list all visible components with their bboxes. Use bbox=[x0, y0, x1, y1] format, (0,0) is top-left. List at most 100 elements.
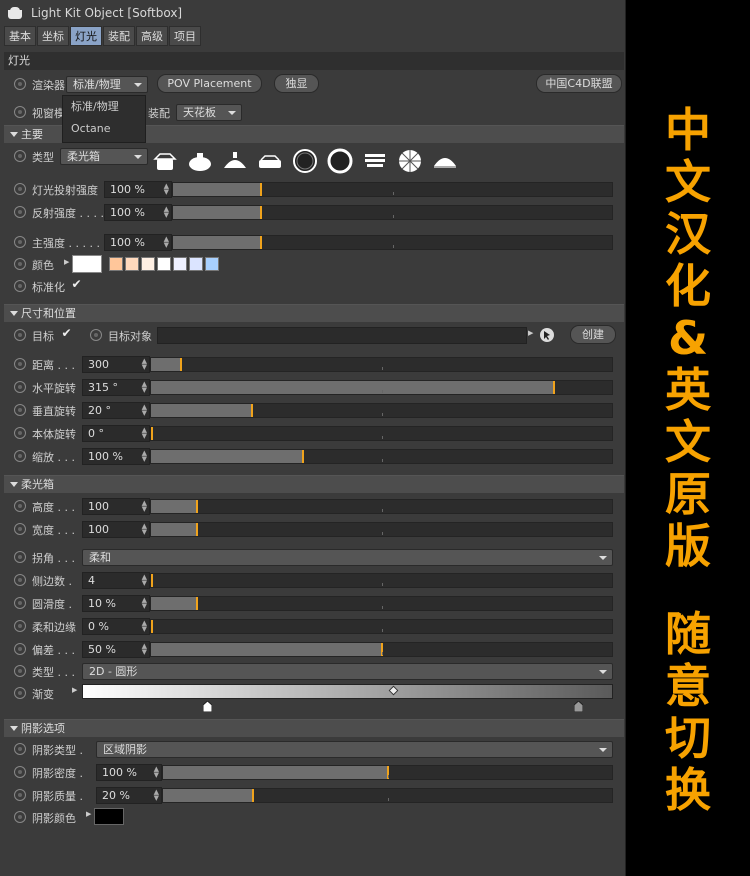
shadow-type-dropdown[interactable]: 区域阴影 bbox=[96, 741, 613, 758]
h-rotation-field[interactable]: 315 ° ▲ ▼ bbox=[82, 379, 150, 396]
v-rotation-slider[interactable] bbox=[150, 403, 613, 418]
normalize-checkbox[interactable]: ✔ bbox=[70, 278, 83, 291]
normalize-anim-toggle[interactable] bbox=[14, 280, 26, 292]
softbox-icon[interactable] bbox=[152, 148, 178, 174]
menu-item-octane[interactable]: Octane bbox=[63, 118, 145, 140]
target-object-link[interactable] bbox=[157, 327, 527, 344]
soft-edge-field[interactable]: 0 % ▲ ▼ bbox=[82, 618, 150, 635]
bias-field[interactable]: 50 % ▲ ▼ bbox=[82, 641, 150, 658]
dome-narrow-icon[interactable] bbox=[222, 148, 248, 174]
falloff-type-dropdown[interactable]: 2D - 圆形 bbox=[82, 663, 613, 680]
scale-field[interactable]: 100 % ▲ ▼ bbox=[82, 448, 150, 465]
softbox-group-header[interactable]: 柔光箱 bbox=[4, 475, 624, 493]
target-checkbox[interactable]: ✔ bbox=[60, 327, 73, 340]
striped-icon[interactable] bbox=[362, 148, 388, 174]
shadow-density-field[interactable]: 100 % ▲ ▼ bbox=[96, 764, 162, 781]
shadow-color-anim-toggle[interactable] bbox=[14, 811, 26, 823]
tab-basic[interactable]: 基本 bbox=[4, 26, 36, 46]
ring-icon[interactable] bbox=[292, 148, 318, 174]
height-anim-toggle[interactable] bbox=[14, 500, 26, 512]
corner-anim-toggle[interactable] bbox=[14, 551, 26, 563]
softbox-flat-icon[interactable] bbox=[257, 148, 283, 174]
falloff-type-anim-toggle[interactable] bbox=[14, 665, 26, 677]
bank-rotation-field[interactable]: 0 ° ▲ ▼ bbox=[82, 425, 150, 442]
h-rotation-slider[interactable] bbox=[150, 380, 613, 395]
roundness-anim-toggle[interactable] bbox=[14, 597, 26, 609]
dome-icon[interactable] bbox=[187, 148, 213, 174]
menu-item-standard[interactable]: 标准/物理 bbox=[63, 96, 145, 118]
viewport-anim-toggle[interactable] bbox=[14, 106, 26, 118]
renderer-dropdown[interactable]: 标准/物理 bbox=[66, 76, 148, 93]
gradient-start-knot[interactable] bbox=[203, 701, 212, 712]
type-dropdown[interactable]: 柔光箱 bbox=[60, 148, 148, 165]
brand-button[interactable]: 中国C4D联盟 bbox=[536, 74, 622, 93]
picker-arrow-icon[interactable] bbox=[539, 327, 555, 343]
bias-anim-toggle[interactable] bbox=[14, 643, 26, 655]
gradient-anim-toggle[interactable] bbox=[14, 687, 26, 699]
h-rotation-anim-toggle[interactable] bbox=[14, 381, 26, 393]
expand-arrow-icon[interactable]: ▶ bbox=[64, 258, 69, 266]
renderer-anim-toggle[interactable] bbox=[14, 78, 26, 90]
bank-rotation-slider[interactable] bbox=[150, 426, 613, 441]
target-obj-anim-toggle[interactable] bbox=[90, 329, 102, 341]
type-anim-toggle[interactable] bbox=[14, 150, 26, 162]
color-preview[interactable] bbox=[72, 255, 102, 273]
gradient-end-knot[interactable] bbox=[574, 701, 583, 712]
shadow-density-anim-toggle[interactable] bbox=[14, 766, 26, 778]
scale-anim-toggle[interactable] bbox=[14, 450, 26, 462]
shadow-type-anim-toggle[interactable] bbox=[14, 743, 26, 755]
color-swatch[interactable] bbox=[189, 257, 203, 271]
reflect-anim-toggle[interactable] bbox=[14, 206, 26, 218]
height-slider[interactable] bbox=[150, 499, 613, 514]
color-swatch[interactable] bbox=[125, 257, 139, 271]
color-swatch[interactable] bbox=[157, 257, 171, 271]
bias-slider[interactable] bbox=[150, 642, 613, 657]
expand-arrow-icon[interactable]: ▶ bbox=[72, 686, 77, 694]
corner-dropdown[interactable]: 柔和 bbox=[82, 549, 613, 566]
distance-anim-toggle[interactable] bbox=[14, 358, 26, 370]
color-swatch[interactable] bbox=[173, 257, 187, 271]
width-field[interactable]: 100 ▲ ▼ bbox=[82, 521, 150, 538]
sides-anim-toggle[interactable] bbox=[14, 574, 26, 586]
tab-rig[interactable]: 装配 bbox=[103, 26, 135, 46]
gradient-bar[interactable] bbox=[82, 684, 613, 699]
width-slider[interactable] bbox=[150, 522, 613, 537]
expand-arrow-icon[interactable]: ▶ bbox=[86, 810, 91, 818]
tab-light[interactable]: 灯光 bbox=[70, 26, 102, 46]
target-anim-toggle[interactable] bbox=[14, 329, 26, 341]
reflect-intensity-field[interactable]: 100 % ▲ ▼ bbox=[104, 204, 172, 221]
shadow-quality-field[interactable]: 20 % ▲ ▼ bbox=[96, 787, 162, 804]
sides-field[interactable]: 4 ▲ ▼ bbox=[82, 572, 150, 589]
scale-slider[interactable] bbox=[150, 449, 613, 464]
bank-rotation-anim-toggle[interactable] bbox=[14, 427, 26, 439]
pov-placement-button[interactable]: POV Placement bbox=[157, 74, 262, 93]
shadow-group-header[interactable]: 阴影选项 bbox=[4, 719, 624, 737]
shadow-quality-anim-toggle[interactable] bbox=[14, 789, 26, 801]
shadow-color-preview[interactable] bbox=[94, 808, 124, 825]
shadow-density-slider[interactable] bbox=[162, 765, 613, 780]
soft-edge-slider[interactable] bbox=[150, 619, 613, 634]
distance-field[interactable]: 300 ▲ ▼ bbox=[82, 356, 150, 373]
roundness-field[interactable]: 10 % ▲ ▼ bbox=[82, 595, 150, 612]
soft-edge-anim-toggle[interactable] bbox=[14, 620, 26, 632]
shadow-quality-slider[interactable] bbox=[162, 788, 613, 803]
rig-dropdown[interactable]: 天花板 bbox=[176, 104, 242, 121]
octa-icon[interactable] bbox=[397, 148, 423, 174]
master-intensity-slider[interactable] bbox=[172, 235, 613, 250]
master-intensity-field[interactable]: 100 % ▲ ▼ bbox=[104, 234, 172, 251]
solo-button[interactable]: 独显 bbox=[274, 74, 319, 93]
cast-intensity-slider[interactable] bbox=[172, 182, 613, 197]
height-field[interactable]: 100 ▲ ▼ bbox=[82, 498, 150, 515]
distance-slider[interactable] bbox=[150, 357, 613, 372]
ring-large-icon[interactable] bbox=[327, 148, 353, 174]
color-swatch[interactable] bbox=[109, 257, 123, 271]
v-rotation-field[interactable]: 20 ° ▲ ▼ bbox=[82, 402, 150, 419]
link-arrow-icon[interactable]: ▶ bbox=[528, 329, 533, 337]
tab-advanced[interactable]: 高级 bbox=[136, 26, 168, 46]
reflect-intensity-slider[interactable] bbox=[172, 205, 613, 220]
color-swatch[interactable] bbox=[205, 257, 219, 271]
cast-intensity-field[interactable]: 100 % ▲ ▼ bbox=[104, 181, 172, 198]
size-group-header[interactable]: 尺寸和位置 bbox=[4, 304, 624, 322]
halfdome-icon[interactable] bbox=[432, 148, 458, 174]
tab-project[interactable]: 项目 bbox=[169, 26, 201, 46]
